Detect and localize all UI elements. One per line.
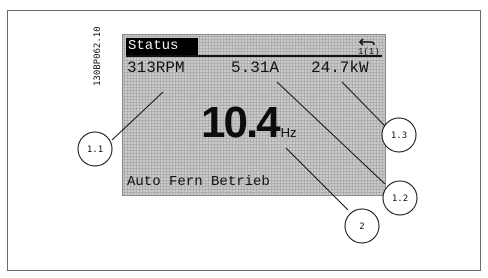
callout-1-2: 1.2 bbox=[382, 180, 418, 216]
leader-line-1-2 bbox=[276, 81, 386, 185]
leader-line-1-3 bbox=[341, 81, 386, 127]
callout-label-1-1: 1.1 bbox=[87, 145, 103, 155]
callout-label-2: 2 bbox=[359, 222, 364, 232]
callout-layer: 1.1 1.2 1.3 2 bbox=[77, 81, 418, 244]
callout-1-1: 1.1 bbox=[77, 131, 113, 167]
callout-1-3: 1.3 bbox=[381, 117, 417, 153]
callout-2: 2 bbox=[344, 208, 380, 244]
leader-line-2 bbox=[285, 147, 349, 211]
leader-line-1-1 bbox=[111, 91, 164, 141]
callout-label-1-2: 1.2 bbox=[392, 194, 408, 204]
callout-label-1-3: 1.3 bbox=[391, 131, 407, 141]
